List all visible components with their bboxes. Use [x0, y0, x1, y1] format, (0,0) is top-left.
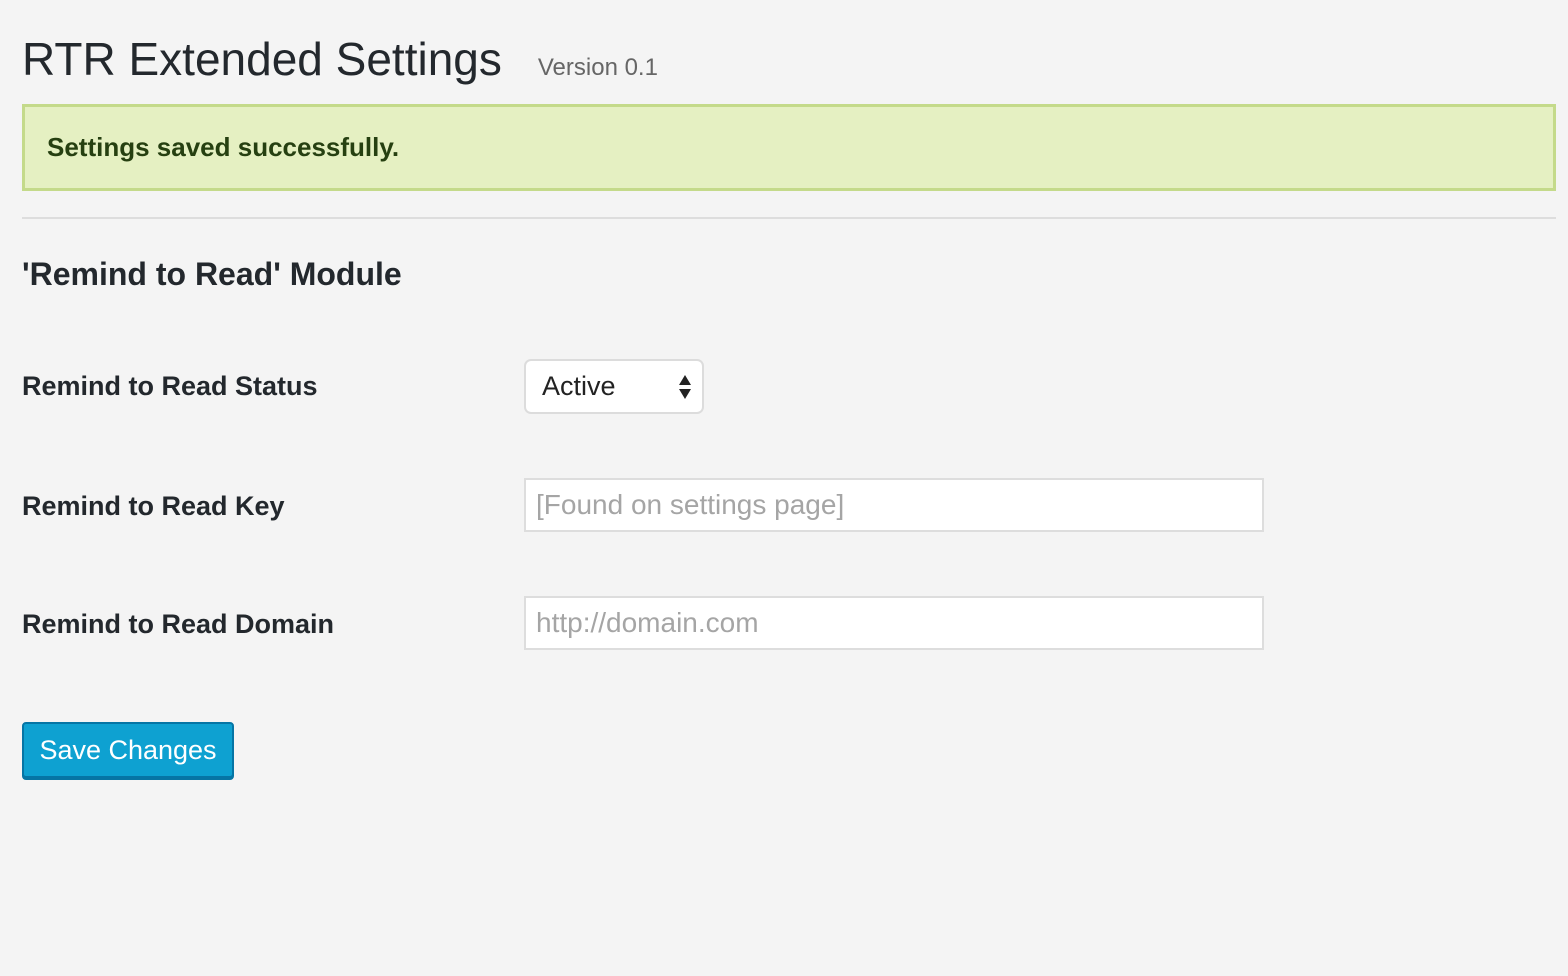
section-divider	[22, 217, 1556, 219]
key-input[interactable]	[524, 478, 1264, 532]
domain-label: Remind to Read Domain	[22, 609, 335, 639]
key-label: Remind to Read Key	[22, 491, 285, 521]
success-notice: Settings saved successfully.	[22, 104, 1556, 191]
section-title: 'Remind to Read' Module	[22, 256, 402, 292]
up-down-arrows-icon	[679, 375, 691, 399]
status-select-value: Active	[542, 371, 616, 401]
status-row: Remind to Read Status Active	[22, 358, 1556, 414]
save-changes-button[interactable]: Save Changes	[22, 722, 234, 778]
domain-input[interactable]	[524, 596, 1264, 650]
status-select[interactable]: Active	[524, 359, 704, 414]
page-header: RTR Extended Settings Version 0.1	[22, 28, 658, 90]
version-label: Version 0.1	[537, 54, 658, 81]
status-label: Remind to Read Status	[22, 371, 318, 401]
key-row: Remind to Read Key	[22, 478, 1556, 534]
success-notice-text: Settings saved successfully.	[47, 132, 400, 162]
domain-row: Remind to Read Domain	[22, 596, 1556, 652]
page-title: RTR Extended Settings	[22, 33, 502, 85]
